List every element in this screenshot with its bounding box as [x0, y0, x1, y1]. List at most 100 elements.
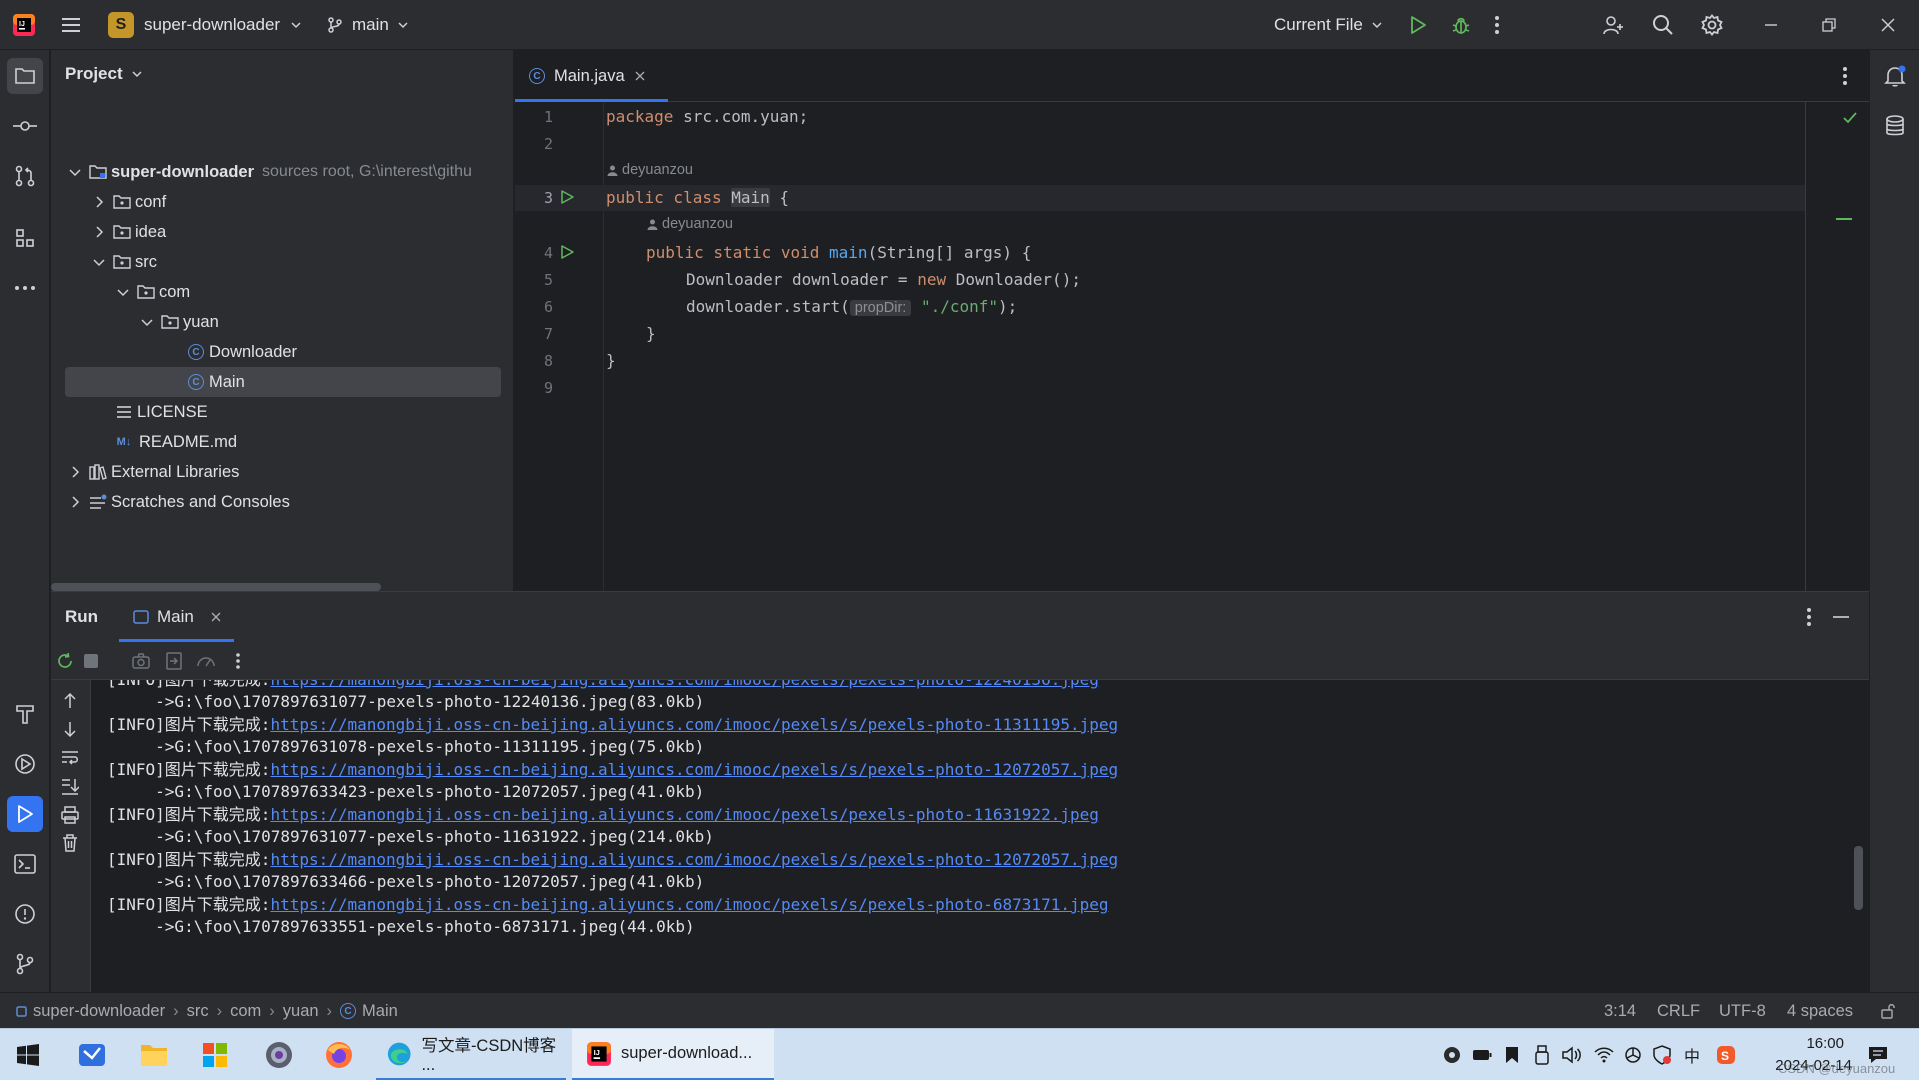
tab-close-icon[interactable]: [210, 611, 222, 623]
pull-requests-icon[interactable]: [7, 158, 43, 194]
breadcrumb-item[interactable]: C Main: [340, 1002, 398, 1021]
restore-icon[interactable]: [1822, 0, 1836, 50]
run-gutter-icon[interactable]: [559, 189, 575, 205]
code-line-5[interactable]: 5 Downloader downloader = new Downloader…: [515, 267, 1805, 293]
tree-item-src[interactable]: src: [51, 247, 513, 277]
export-icon[interactable]: [165, 652, 183, 670]
author-hint[interactable]: deyuanzou: [647, 216, 733, 232]
commit-tool-icon[interactable]: [7, 108, 43, 144]
rerun-icon[interactable]: [56, 652, 74, 670]
close-icon[interactable]: [1881, 0, 1895, 50]
project-panel-header[interactable]: Project: [65, 64, 143, 84]
tree-item-conf[interactable]: conf: [51, 187, 513, 217]
project-tool-icon[interactable]: [7, 58, 43, 94]
console-link[interactable]: https://manongbiji.oss-cn-beijing.aliyun…: [270, 715, 1118, 734]
tree-item-super-downloader[interactable]: super-downloader sources root, G:\intere…: [51, 157, 513, 187]
more-tools-icon[interactable]: [7, 270, 43, 306]
indent-selector[interactable]: 4 spaces: [1787, 993, 1853, 1029]
mail-app-icon[interactable]: [77, 1029, 107, 1080]
more-actions-icon[interactable]: [1494, 0, 1500, 50]
tray-sogou-icon[interactable]: S: [1716, 1029, 1736, 1080]
tree-item-yuan[interactable]: yuan: [51, 307, 513, 337]
code-line-7[interactable]: 7 }: [515, 321, 1805, 347]
debug-button[interactable]: [1450, 0, 1472, 50]
console-link[interactable]: https://manongbiji.oss-cn-beijing.aliyun…: [270, 760, 1118, 779]
trash-icon[interactable]: [62, 834, 78, 852]
minimize-icon[interactable]: [1764, 0, 1778, 50]
tree-item-external-libraries[interactable]: External Libraries: [51, 457, 513, 487]
author-hint[interactable]: deyuanzou: [607, 162, 693, 178]
profiler-icon[interactable]: [196, 652, 216, 670]
database-tool-icon[interactable]: [1877, 108, 1913, 144]
tree-item-license[interactable]: LICENSE: [51, 397, 513, 427]
tab-close-icon[interactable]: [634, 70, 646, 82]
chevron-down-icon[interactable]: [91, 254, 107, 270]
file-explorer-icon[interactable]: [139, 1029, 169, 1080]
notifications-bell-icon[interactable]: [1877, 58, 1913, 94]
tree-item-scratches[interactable]: Scratches and Consoles: [51, 487, 513, 517]
notification-center-icon[interactable]: [1868, 1029, 1888, 1080]
chevron-right-icon[interactable]: [67, 464, 83, 480]
store-app-icon[interactable]: [202, 1029, 228, 1080]
problems-tool-icon[interactable]: [7, 896, 43, 932]
hide-panel-icon[interactable]: [1833, 616, 1849, 618]
project-selector[interactable]: S super-downloader: [108, 0, 302, 50]
print-icon[interactable]: [61, 806, 79, 824]
encoding-selector[interactable]: UTF-8: [1719, 993, 1766, 1029]
tree-item-idea[interactable]: idea: [51, 217, 513, 247]
lock-icon[interactable]: [1880, 993, 1896, 1029]
console-link[interactable]: https://manongbiji.oss-cn-beijing.aliyun…: [270, 850, 1118, 869]
editor-tabs-more-icon[interactable]: [1842, 66, 1848, 86]
branch-selector[interactable]: main: [326, 0, 409, 50]
breadcrumb-item[interactable]: super-downloader: [16, 1002, 165, 1021]
tray-network-icon[interactable]: [1594, 1029, 1614, 1080]
soft-wrap-icon[interactable]: [61, 750, 79, 766]
console-scrollbar[interactable]: [1854, 846, 1863, 910]
console-output[interactable]: [INFO]图片下载完成:https://manongbiji.oss-cn-b…: [91, 680, 1869, 993]
windows-start-icon[interactable]: [17, 1029, 39, 1080]
breadcrumb-item[interactable]: src: [187, 1002, 209, 1021]
console-link[interactable]: https://manongbiji.oss-cn-beijing.aliyun…: [270, 895, 1108, 914]
tab-main-java[interactable]: C Main.java: [529, 50, 646, 102]
chevron-right-icon[interactable]: [67, 494, 83, 510]
camera-snapshot-icon[interactable]: [132, 652, 150, 670]
chevron-right-icon[interactable]: [91, 224, 107, 240]
taskbar-app-edge[interactable]: 写文章-CSDN博客 ...: [376, 1029, 566, 1080]
build-tool-icon[interactable]: [7, 696, 43, 732]
tray-app-icon[interactable]: [1624, 1029, 1642, 1080]
tray-volume-icon[interactable]: [1562, 1029, 1582, 1080]
chevron-down-icon[interactable]: [67, 164, 83, 180]
tray-ime-icon[interactable]: 中: [1684, 1029, 1700, 1080]
code-line-6[interactable]: 6 downloader.start(propDir: "./conf");: [515, 294, 1805, 320]
tray-usb-icon[interactable]: [1535, 1029, 1549, 1080]
arrow-up-icon[interactable]: [62, 692, 78, 710]
chevron-right-icon[interactable]: [91, 194, 107, 210]
run-tool-icon[interactable]: [7, 796, 43, 832]
main-menu-icon[interactable]: [60, 0, 82, 50]
line-ending-selector[interactable]: CRLF: [1657, 993, 1700, 1029]
run-gutter-icon[interactable]: [559, 244, 575, 260]
structure-tool-icon[interactable]: [7, 220, 43, 256]
tree-item-com[interactable]: com: [51, 277, 513, 307]
no-problems-check-icon[interactable]: [1842, 110, 1858, 126]
breadcrumb-item[interactable]: com: [230, 1002, 261, 1021]
tray-battery-icon[interactable]: [1472, 1029, 1492, 1080]
code-line-2[interactable]: 2: [515, 131, 1805, 157]
caret-position[interactable]: 3:14: [1604, 993, 1636, 1029]
tray-shield-icon[interactable]: [1652, 1029, 1672, 1080]
code-line-1[interactable]: 1 package src.com.yuan;: [515, 104, 1805, 130]
terminal-tool-icon[interactable]: [7, 846, 43, 882]
media-app-icon[interactable]: [264, 1029, 294, 1080]
code-line-4[interactable]: 4 public static void main(String[] args)…: [515, 240, 1805, 266]
chevron-down-icon[interactable]: [139, 314, 155, 330]
code-line-3[interactable]: 3 public class Main {: [515, 185, 1805, 211]
tree-item-main[interactable]: C Main: [65, 367, 501, 397]
console-link[interactable]: https://manongbiji.oss-cn-beijing.aliyun…: [270, 805, 1098, 824]
breadcrumb-item[interactable]: yuan: [283, 1002, 319, 1021]
git-tool-icon[interactable]: [7, 946, 43, 982]
tray-security-icon[interactable]: [1443, 1029, 1461, 1080]
tray-bookmark-icon[interactable]: [1505, 1029, 1519, 1080]
code-with-me-icon[interactable]: [1602, 0, 1624, 50]
run-panel-more-icon[interactable]: [1806, 607, 1812, 627]
chevron-down-icon[interactable]: [115, 284, 131, 300]
